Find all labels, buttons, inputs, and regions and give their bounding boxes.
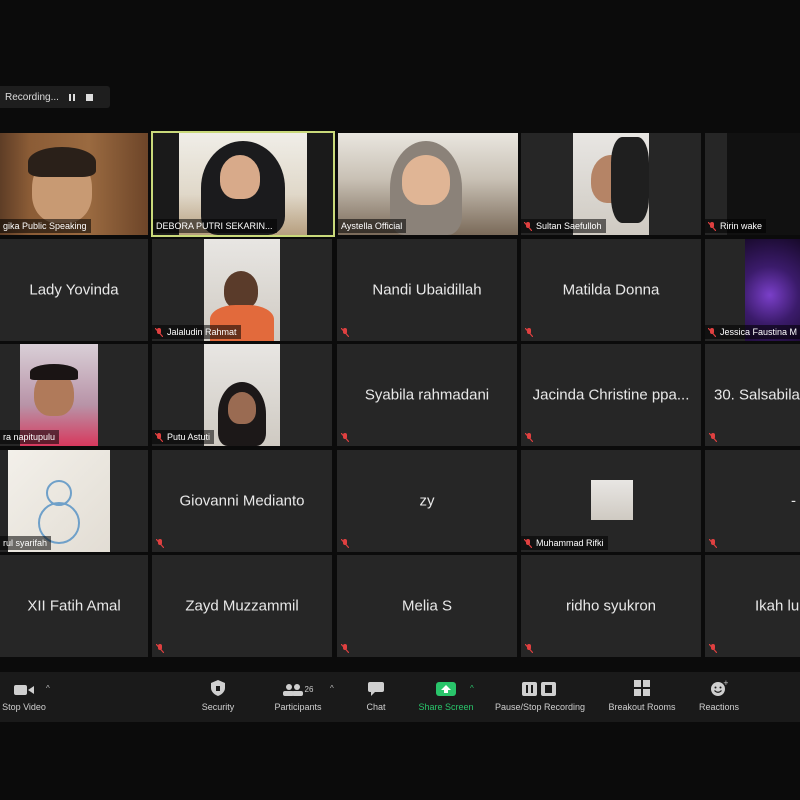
mic-muted-icon (341, 433, 349, 442)
participant-name-label: Jalaludin Rahmat (152, 325, 241, 339)
participant-name: zy (419, 492, 435, 510)
participant-name-label: Muhammad Rifki (521, 536, 608, 550)
participant-tile[interactable]: Sultan Saefulloh (521, 133, 701, 235)
mic-muted-icon (525, 433, 533, 442)
participant-tile[interactable]: Aystella Official (338, 133, 518, 235)
participant-tile-active-speaker[interactable]: DEBORA PUTRI SEKARIN... (151, 131, 335, 237)
participant-name-label: ra napitupulu (0, 430, 60, 444)
participant-name: Lady Yovinda (29, 281, 119, 299)
participant-tile[interactable]: Syabila rahmadani (337, 344, 517, 446)
participant-name-label: Sultan Saefulloh (521, 219, 606, 233)
mic-muted-icon (524, 221, 532, 231)
stop-video-button[interactable]: Stop Video (0, 672, 48, 722)
participant-name: Melia S (401, 597, 453, 615)
participant-tile[interactable]: rul syarifah (0, 450, 148, 552)
mic-muted-icon (708, 327, 716, 337)
mic-muted-icon (155, 327, 163, 337)
share-options-chevron-icon[interactable]: ^ (470, 684, 474, 693)
mic-muted-icon (525, 644, 533, 653)
participant-name-label: DEBORA PUTRI SEKARIN... (153, 219, 277, 233)
participant-tile[interactable]: Lady Yovinda (0, 239, 148, 341)
participant-tile[interactable]: ridho syukron (521, 555, 701, 657)
participant-tile[interactable]: Matilda Donna (521, 239, 701, 341)
mic-muted-icon (156, 644, 164, 653)
participants-options-chevron-icon[interactable]: ^ (330, 684, 334, 693)
reactions-button[interactable]: + Reactions (692, 672, 746, 722)
pause-stop-icon (522, 682, 558, 698)
participant-name: Nandi Ubaidillah (372, 281, 482, 299)
participant-name: Ikah lu (755, 597, 800, 615)
participant-tile[interactable]: Zayd Muzzammil (152, 555, 332, 657)
mic-muted-icon (524, 538, 532, 548)
participant-name-label: Aystella Official (338, 219, 407, 233)
participant-name-label: Putu Astuti (152, 430, 215, 444)
participant-tile[interactable]: Jacinda Christine ppa... (521, 344, 701, 446)
mic-muted-icon (709, 539, 717, 548)
participant-video (204, 344, 280, 446)
participant-tile[interactable]: Nandi Ubaidillah (337, 239, 517, 341)
participant-tile[interactable]: Giovanni Medianto (152, 450, 332, 552)
participants-count: 26 (304, 685, 314, 694)
participant-name-label: rul syarifah (0, 536, 52, 550)
breakout-rooms-button[interactable]: Breakout Rooms (602, 672, 682, 722)
mic-muted-icon (341, 328, 349, 337)
mic-muted-icon (156, 539, 164, 548)
participant-video (591, 480, 633, 520)
mic-muted-icon (341, 644, 349, 653)
participant-tile[interactable]: Ririn wake (705, 133, 800, 235)
participant-tile[interactable]: ra napitupulu (0, 344, 148, 446)
participant-tile[interactable]: XII Fatih Amal (0, 555, 148, 657)
pause-stop-recording-button[interactable]: Pause/Stop Recording (488, 672, 592, 722)
participant-tile[interactable]: - (705, 450, 800, 552)
participant-name: 30. Salsabila (714, 386, 800, 404)
security-button[interactable]: Security (192, 672, 244, 722)
svg-text:+: + (723, 680, 728, 687)
chat-bubble-icon (368, 682, 384, 698)
participants-icon (282, 684, 303, 698)
mic-muted-icon (155, 432, 163, 442)
participant-tile[interactable]: zy (337, 450, 517, 552)
participant-name: XII Fatih Amal (27, 597, 121, 615)
participant-tile[interactable]: Muhammad Rifki (521, 450, 701, 552)
participant-name: Zayd Muzzammil (185, 597, 299, 615)
participant-name: Matilda Donna (562, 281, 660, 299)
mic-muted-icon (525, 328, 533, 337)
participant-name: Syabila rahmadani (364, 386, 490, 404)
participants-button[interactable]: 26 Participants (266, 672, 330, 722)
shield-icon (211, 680, 225, 698)
mic-muted-icon (709, 644, 717, 653)
share-screen-icon (436, 682, 456, 698)
chat-button[interactable]: Chat (356, 672, 396, 722)
participant-tile[interactable]: Jessica Faustina M (705, 239, 800, 341)
video-options-chevron-icon[interactable]: ^ (46, 684, 50, 693)
participant-name: - (791, 492, 796, 510)
participant-name: Jacinda Christine ppa... (532, 386, 690, 404)
share-screen-button[interactable]: Share Screen (412, 672, 480, 722)
smiley-plus-icon: + (710, 679, 729, 698)
participant-name: ridho syukron (565, 597, 657, 615)
participant-tile[interactable]: Ikah lu (705, 555, 800, 657)
participant-name-label: Ririn wake (705, 219, 767, 233)
participant-name-label: gika Public Speaking (0, 219, 91, 233)
video-camera-icon (14, 684, 34, 698)
participant-tile[interactable]: 30. Salsabila (705, 344, 800, 446)
participant-tile[interactable]: Jalaludin Rahmat (152, 239, 332, 341)
mic-muted-icon (341, 539, 349, 548)
participant-name-label: Jessica Faustina M (705, 325, 800, 339)
participant-tile[interactable]: Melia S (337, 555, 517, 657)
participant-tile[interactable]: Putu Astuti (152, 344, 332, 446)
participant-tile[interactable]: gika Public Speaking (0, 133, 148, 235)
mic-muted-icon (708, 221, 716, 231)
mic-muted-icon (709, 433, 717, 442)
participant-name: Giovanni Medianto (179, 492, 305, 510)
breakout-rooms-icon (634, 680, 650, 698)
meeting-toolbar: Stop Video ^ Security 26 Participants ^ … (0, 672, 800, 722)
